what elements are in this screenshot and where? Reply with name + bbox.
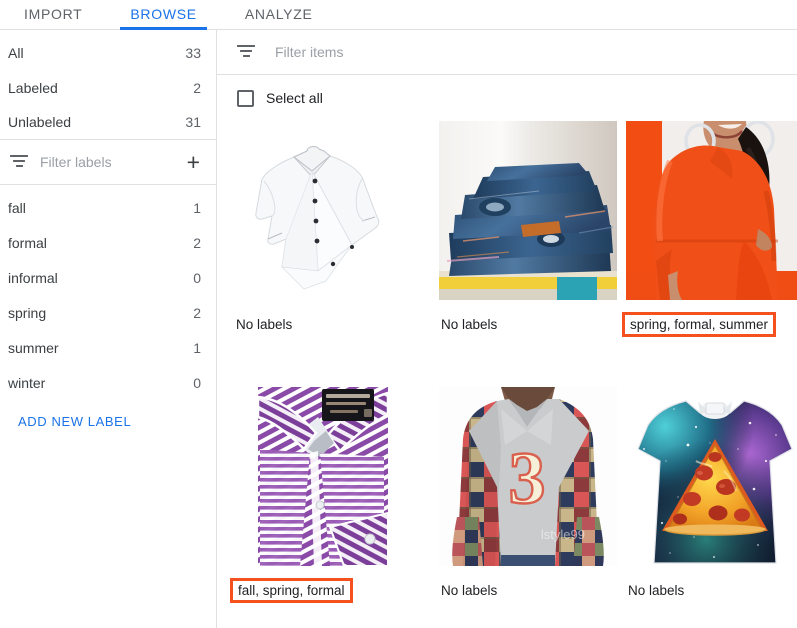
item-thumbnail[interactable]: [234, 121, 412, 300]
filter-list-icon[interactable]: [10, 155, 28, 169]
item-card[interactable]: 3 lstyle99 No labels: [421, 387, 608, 628]
label-row-summer[interactable]: summer 1: [0, 330, 216, 365]
item-card[interactable]: spring, formal, summer: [608, 121, 795, 387]
label-row-fall[interactable]: fall 1: [0, 190, 216, 225]
item-thumbnail[interactable]: 3 lstyle99: [439, 387, 617, 566]
item-caption: No labels: [234, 316, 294, 333]
label-name: summer: [8, 340, 193, 356]
item-card[interactable]: No labels: [608, 387, 795, 628]
item-grid: No labels: [217, 121, 797, 628]
label-row-spring[interactable]: spring 2: [0, 295, 216, 330]
sidebar-item-labeled-label: Labeled: [8, 80, 193, 96]
sidebar-item-labeled[interactable]: Labeled 2: [0, 70, 216, 105]
filter-labels-input[interactable]: Filter labels: [40, 154, 183, 170]
label-name: fall: [8, 200, 193, 216]
label-count: 0: [193, 375, 201, 391]
purple-striped-dress-shirt-icon: [234, 387, 412, 566]
galaxy-pizza-tshirt-icon: [626, 387, 797, 566]
dataset-summary-list: All 33 Labeled 2 Unlabeled 31: [0, 30, 216, 140]
body-split: All 33 Labeled 2 Unlabeled 31 Filter lab…: [0, 30, 797, 628]
checkbox-unchecked-icon[interactable]: [237, 90, 254, 107]
select-all-label: Select all: [266, 90, 323, 106]
label-count: 1: [193, 340, 201, 356]
content-pane: Filter items Select all: [217, 30, 797, 628]
item-card[interactable]: No labels: [234, 121, 421, 387]
sidebar: All 33 Labeled 2 Unlabeled 31 Filter lab…: [0, 30, 217, 628]
sidebar-item-labeled-count: 2: [193, 80, 201, 96]
filter-items-bar: Filter items: [217, 30, 797, 75]
item-thumbnail[interactable]: [439, 121, 617, 300]
tab-analyze[interactable]: ANALYZE: [221, 7, 337, 29]
label-row-winter[interactable]: winter 0: [0, 365, 216, 400]
folded-blue-jeans-stack-icon: [439, 121, 617, 300]
label-list: fall 1 formal 2 informal 0 spring 2 summ…: [0, 185, 216, 400]
item-caption: No labels: [626, 582, 686, 599]
white-dress-shirt-icon: [234, 121, 412, 300]
label-count: 2: [193, 305, 201, 321]
sidebar-item-unlabeled[interactable]: Unlabeled 31: [0, 105, 216, 140]
sidebar-item-all[interactable]: All 33: [0, 35, 216, 70]
label-count: 1: [193, 200, 201, 216]
sidebar-item-all-label: All: [8, 45, 185, 61]
item-thumbnail[interactable]: [626, 387, 797, 566]
plaid-shirt-over-gray-tee-icon: 3 lstyle99: [439, 387, 617, 566]
svg-text:3: 3: [509, 438, 546, 520]
label-count: 2: [193, 235, 201, 251]
filter-list-icon[interactable]: [237, 45, 255, 59]
item-caption: spring, formal, summer: [622, 312, 776, 337]
woman-in-orange-dress-icon: [626, 121, 797, 300]
item-caption: No labels: [439, 316, 499, 333]
item-thumbnail[interactable]: [234, 387, 412, 566]
tab-bar: IMPORT BROWSE ANALYZE: [0, 0, 797, 30]
item-caption: fall, spring, formal: [230, 578, 353, 603]
label-name: informal: [8, 270, 193, 286]
tab-browse[interactable]: BROWSE: [106, 7, 220, 29]
label-name: winter: [8, 375, 193, 391]
label-count: 0: [193, 270, 201, 286]
filter-labels-bar: Filter labels +: [0, 140, 216, 185]
item-card[interactable]: No labels: [421, 121, 608, 387]
item-card[interactable]: fall, spring, formal: [234, 387, 421, 628]
item-caption: No labels: [439, 582, 499, 599]
tab-import[interactable]: IMPORT: [0, 7, 106, 29]
select-all-bar: Select all: [217, 75, 797, 121]
sidebar-item-unlabeled-label: Unlabeled: [8, 114, 185, 130]
label-name: formal: [8, 235, 193, 251]
sidebar-item-unlabeled-count: 31: [185, 114, 201, 130]
add-new-label-button[interactable]: ADD NEW LABEL: [0, 400, 216, 429]
filter-items-input[interactable]: Filter items: [275, 44, 343, 60]
item-thumbnail[interactable]: [626, 121, 797, 300]
plus-icon[interactable]: +: [183, 153, 204, 171]
label-row-informal[interactable]: informal 0: [0, 260, 216, 295]
label-name: spring: [8, 305, 193, 321]
svg-text:lstyle99: lstyle99: [541, 527, 585, 542]
sidebar-item-all-count: 33: [185, 45, 201, 61]
label-row-formal[interactable]: formal 2: [0, 225, 216, 260]
